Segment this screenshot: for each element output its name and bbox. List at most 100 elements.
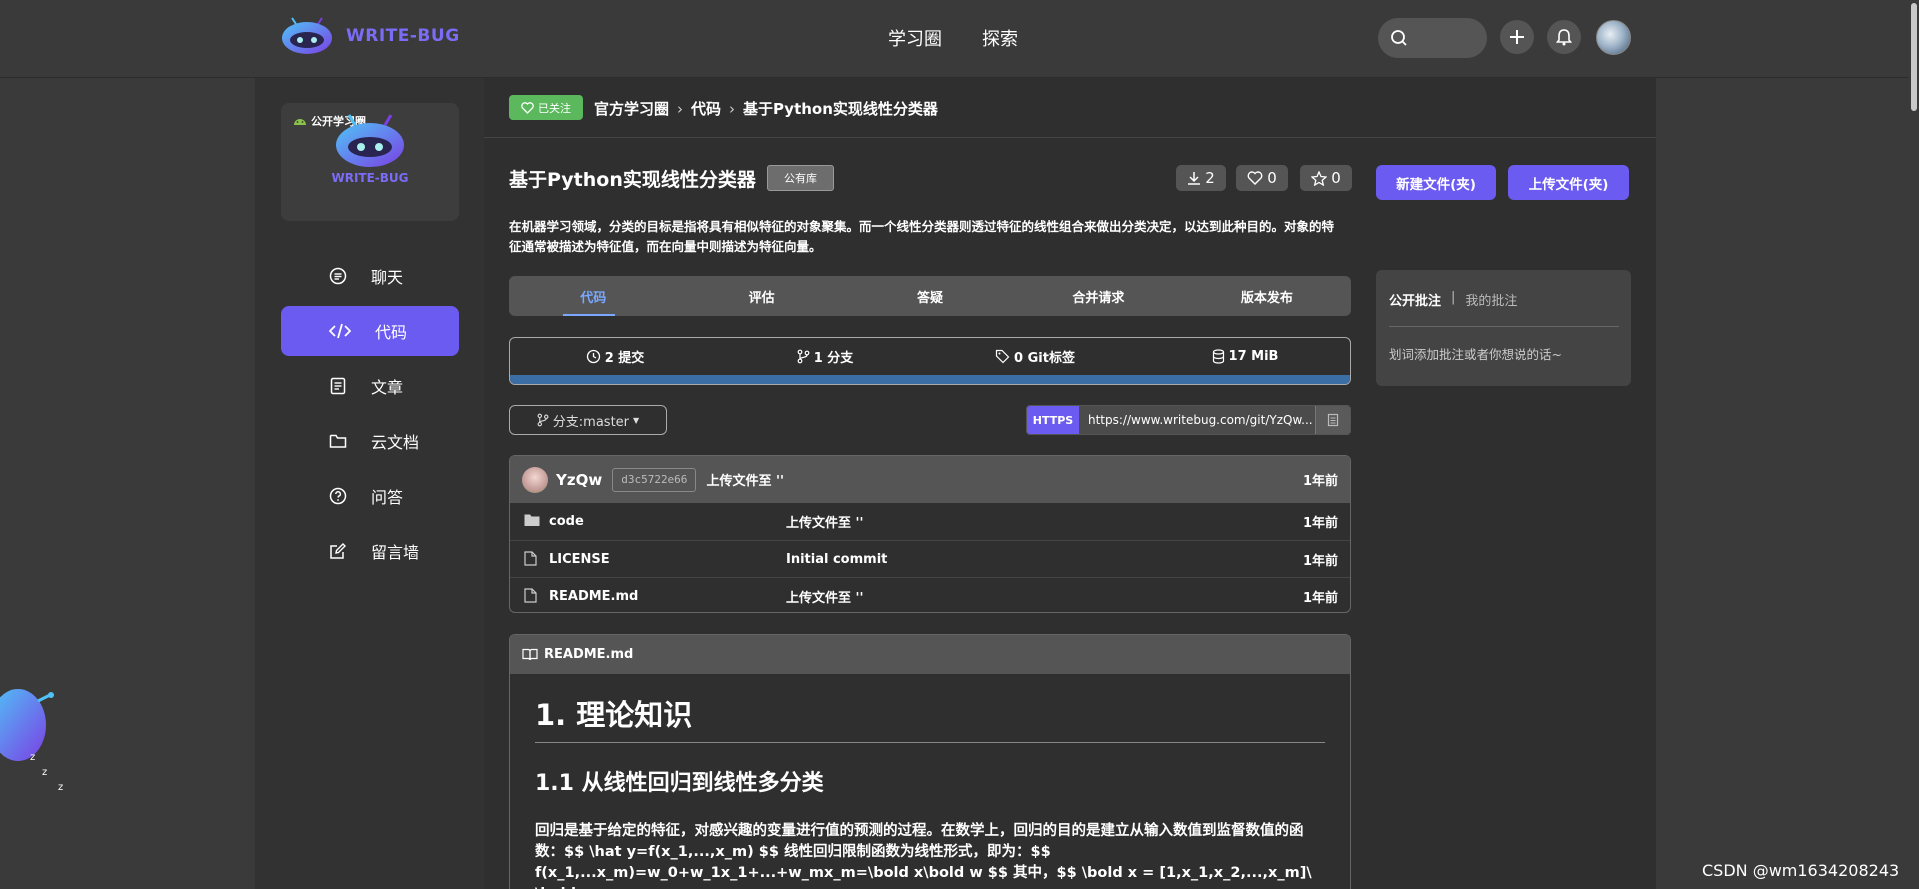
tab-qa[interactable]: 答疑 <box>846 276 1014 316</box>
tab-public-annotations[interactable]: 公开批注 <box>1389 290 1441 309</box>
sidebar-item-cloud-docs[interactable]: 云文档 <box>281 416 459 466</box>
edit-icon <box>330 543 346 559</box>
article-icon <box>330 377 346 395</box>
tab-divider: | <box>1451 290 1456 305</box>
table-row[interactable]: LICENSE Initial commit 1年前 <box>510 540 1350 577</box>
android-icon <box>294 119 306 125</box>
table-row[interactable]: code 上传文件至 '' 1年前 <box>510 503 1350 540</box>
branch-icon <box>537 413 549 427</box>
search-icon <box>1391 30 1407 46</box>
commit-author[interactable]: YzQw <box>556 471 602 489</box>
chevron-right-icon: › <box>677 99 684 118</box>
readme-paragraph: 回归是基于给定的特征，对感兴趣的变量进行值的预测的过程。在数学上，回归的目的是建… <box>535 823 1312 889</box>
svg-text:z: z <box>42 767 47 778</box>
commit-message[interactable]: 上传文件至 '' <box>706 470 784 489</box>
file-commit-message[interactable]: 上传文件至 '' <box>786 512 864 531</box>
plus-icon <box>1510 30 1524 44</box>
svg-text:z: z <box>58 782 63 793</box>
sidebar-item-code[interactable]: 代码 <box>281 306 459 356</box>
brand-logo[interactable]: WRITE-BUG <box>280 16 460 56</box>
scrollbar-thumb[interactable] <box>1911 3 1917 111</box>
tab-review[interactable]: 评估 <box>677 276 845 316</box>
tab-code[interactable]: 代码 <box>509 276 677 316</box>
folder-icon <box>329 434 347 448</box>
download-count: 2 <box>1205 169 1215 187</box>
file-name[interactable]: README.md <box>549 589 638 604</box>
scrollbar-track[interactable] <box>1909 0 1919 889</box>
star-button[interactable]: 0 <box>1300 165 1352 191</box>
tab-my-annotations[interactable]: 我的批注 <box>1465 290 1517 309</box>
file-name[interactable]: code <box>549 514 584 529</box>
sidebar-item-label: 文章 <box>371 378 404 397</box>
user-avatar[interactable] <box>1596 20 1631 55</box>
mascot-icon[interactable]: z z z <box>0 665 70 795</box>
copy-icon <box>1327 413 1339 427</box>
tab-releases[interactable]: 版本发布 <box>1183 276 1351 316</box>
commits-stat[interactable]: 2 提交 <box>510 347 720 366</box>
circle-logo-icon <box>336 114 404 167</box>
sidebar-item-article[interactable]: 文章 <box>281 361 459 411</box>
chevron-right-icon: › <box>729 99 736 118</box>
last-commit-header: YzQw d3c5722e66 上传文件至 '' 1年前 <box>510 456 1350 503</box>
readme-body: 1. 理论知识 1.1 从线性回归到线性多分类 回归是基于给定的特征，对感兴趣的… <box>510 674 1350 889</box>
upload-file-button[interactable]: 上传文件(夹) <box>1508 165 1629 200</box>
branch-select[interactable]: 分支:master ▼ <box>509 405 667 435</box>
nav-learning-circle[interactable]: 学习圈 <box>888 25 942 51</box>
clone-url-box: HTTPS https://www.writebug.com/git/YzQw.… <box>1026 405 1351 435</box>
question-icon <box>329 487 347 505</box>
download-button[interactable]: 2 <box>1176 165 1226 191</box>
sidebar-item-chat[interactable]: 聊天 <box>281 251 459 301</box>
sidebar-menu: 聊天 代码 文章 云文档 问答 留言墙 <box>281 251 459 581</box>
file-name[interactable]: LICENSE <box>549 552 610 567</box>
breadcrumb: 官方学习圈 › 代码 › 基于Python实现线性分类器 <box>594 98 938 119</box>
readme-heading-2: 1.1 从线性回归到线性多分类 <box>535 771 824 796</box>
avatar[interactable] <box>522 466 548 493</box>
add-button[interactable] <box>1500 20 1534 54</box>
commits-label: 2 提交 <box>604 351 645 366</box>
readme-header: README.md <box>510 635 1350 674</box>
search-input[interactable] <box>1378 18 1487 58</box>
table-row[interactable]: README.md 上传文件至 '' 1年前 <box>510 577 1350 612</box>
sidebar-item-qa[interactable]: 问答 <box>281 471 459 521</box>
tags-stat[interactable]: 0 Git标签 <box>930 347 1140 366</box>
file-time: 1年前 <box>1302 590 1338 606</box>
file-commit-message[interactable]: 上传文件至 '' <box>786 587 864 606</box>
copy-button[interactable] <box>1315 406 1350 434</box>
file-commit-message[interactable]: Initial commit <box>786 552 887 567</box>
sidebar-item-label: 代码 <box>375 323 408 342</box>
repo-tabs: 代码 评估 答疑 合并请求 版本发布 <box>509 276 1351 316</box>
sidebar-item-label: 聊天 <box>371 268 404 287</box>
notification-button[interactable] <box>1547 20 1581 54</box>
like-button[interactable]: 0 <box>1236 165 1288 191</box>
breadcrumb-code[interactable]: 代码 <box>691 98 721 119</box>
clone-protocol[interactable]: HTTPS <box>1027 406 1079 434</box>
branches-label: 1 分支 <box>813 351 854 366</box>
file-list: YzQw d3c5722e66 上传文件至 '' 1年前 code 上传文件至 … <box>509 455 1351 613</box>
file-time: 1年前 <box>1302 516 1338 531</box>
clock-icon <box>586 349 600 364</box>
readme-heading-1: 1. 理论知识 <box>535 692 1325 743</box>
svg-text:z: z <box>30 752 35 763</box>
book-icon <box>522 648 538 661</box>
tab-merge-requests[interactable]: 合并请求 <box>1014 276 1182 316</box>
tags-label: 0 Git标签 <box>1014 351 1075 366</box>
breadcrumb-official-circle[interactable]: 官方学习圈 <box>594 98 669 119</box>
public-badge: 公有库 <box>767 165 834 191</box>
nav-explore[interactable]: 探索 <box>982 25 1018 51</box>
new-file-button[interactable]: 新建文件(夹) <box>1376 165 1496 200</box>
commit-hash[interactable]: d3c5722e66 <box>612 467 697 492</box>
sidebar-item-label: 问答 <box>371 488 404 507</box>
clone-url-field[interactable]: https://www.writebug.com/git/YzQw... <box>1079 406 1315 434</box>
repo-title: 基于Python实现线性分类器 <box>509 169 756 191</box>
readme-panel: README.md 1. 理论知识 1.1 从线性回归到线性多分类 回归是基于给… <box>509 634 1351 889</box>
like-count: 0 <box>1267 169 1277 187</box>
repo-stats: 2 提交 1 分支 0 Git标签 17 MiB <box>509 337 1351 385</box>
follow-label: 已关注 <box>538 101 571 115</box>
sidebar-item-label: 留言墙 <box>371 543 420 562</box>
top-nav: 学习圈 探索 <box>888 25 1018 51</box>
circle-card[interactable]: 公开学习圈 WRITE-BUG <box>281 103 459 221</box>
branches-stat[interactable]: 1 分支 <box>720 347 930 366</box>
download-icon <box>1188 172 1201 185</box>
follow-button[interactable]: 已关注 <box>509 95 583 120</box>
sidebar-item-message-wall[interactable]: 留言墙 <box>281 526 459 576</box>
